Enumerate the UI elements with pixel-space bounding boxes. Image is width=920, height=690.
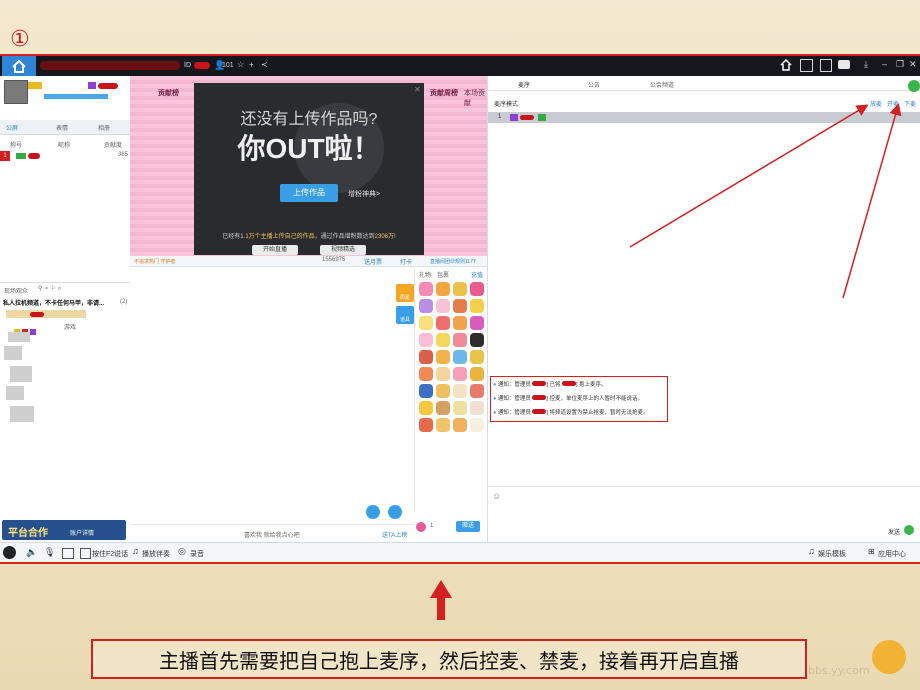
yy-mascot-icon	[872, 640, 906, 674]
arrow-to-open-mic	[629, 104, 869, 248]
instruction-caption: 主播首先需要把自己抱上麦序，然后控麦、禁麦，接着再开启直播	[91, 639, 807, 679]
up-arrow-shaft	[437, 596, 445, 620]
annotation-arrows	[430, 103, 902, 620]
arrow-to-leave-mic	[842, 103, 902, 299]
watermark: bbs.yy.com	[808, 664, 870, 677]
up-arrow-head	[430, 580, 452, 598]
